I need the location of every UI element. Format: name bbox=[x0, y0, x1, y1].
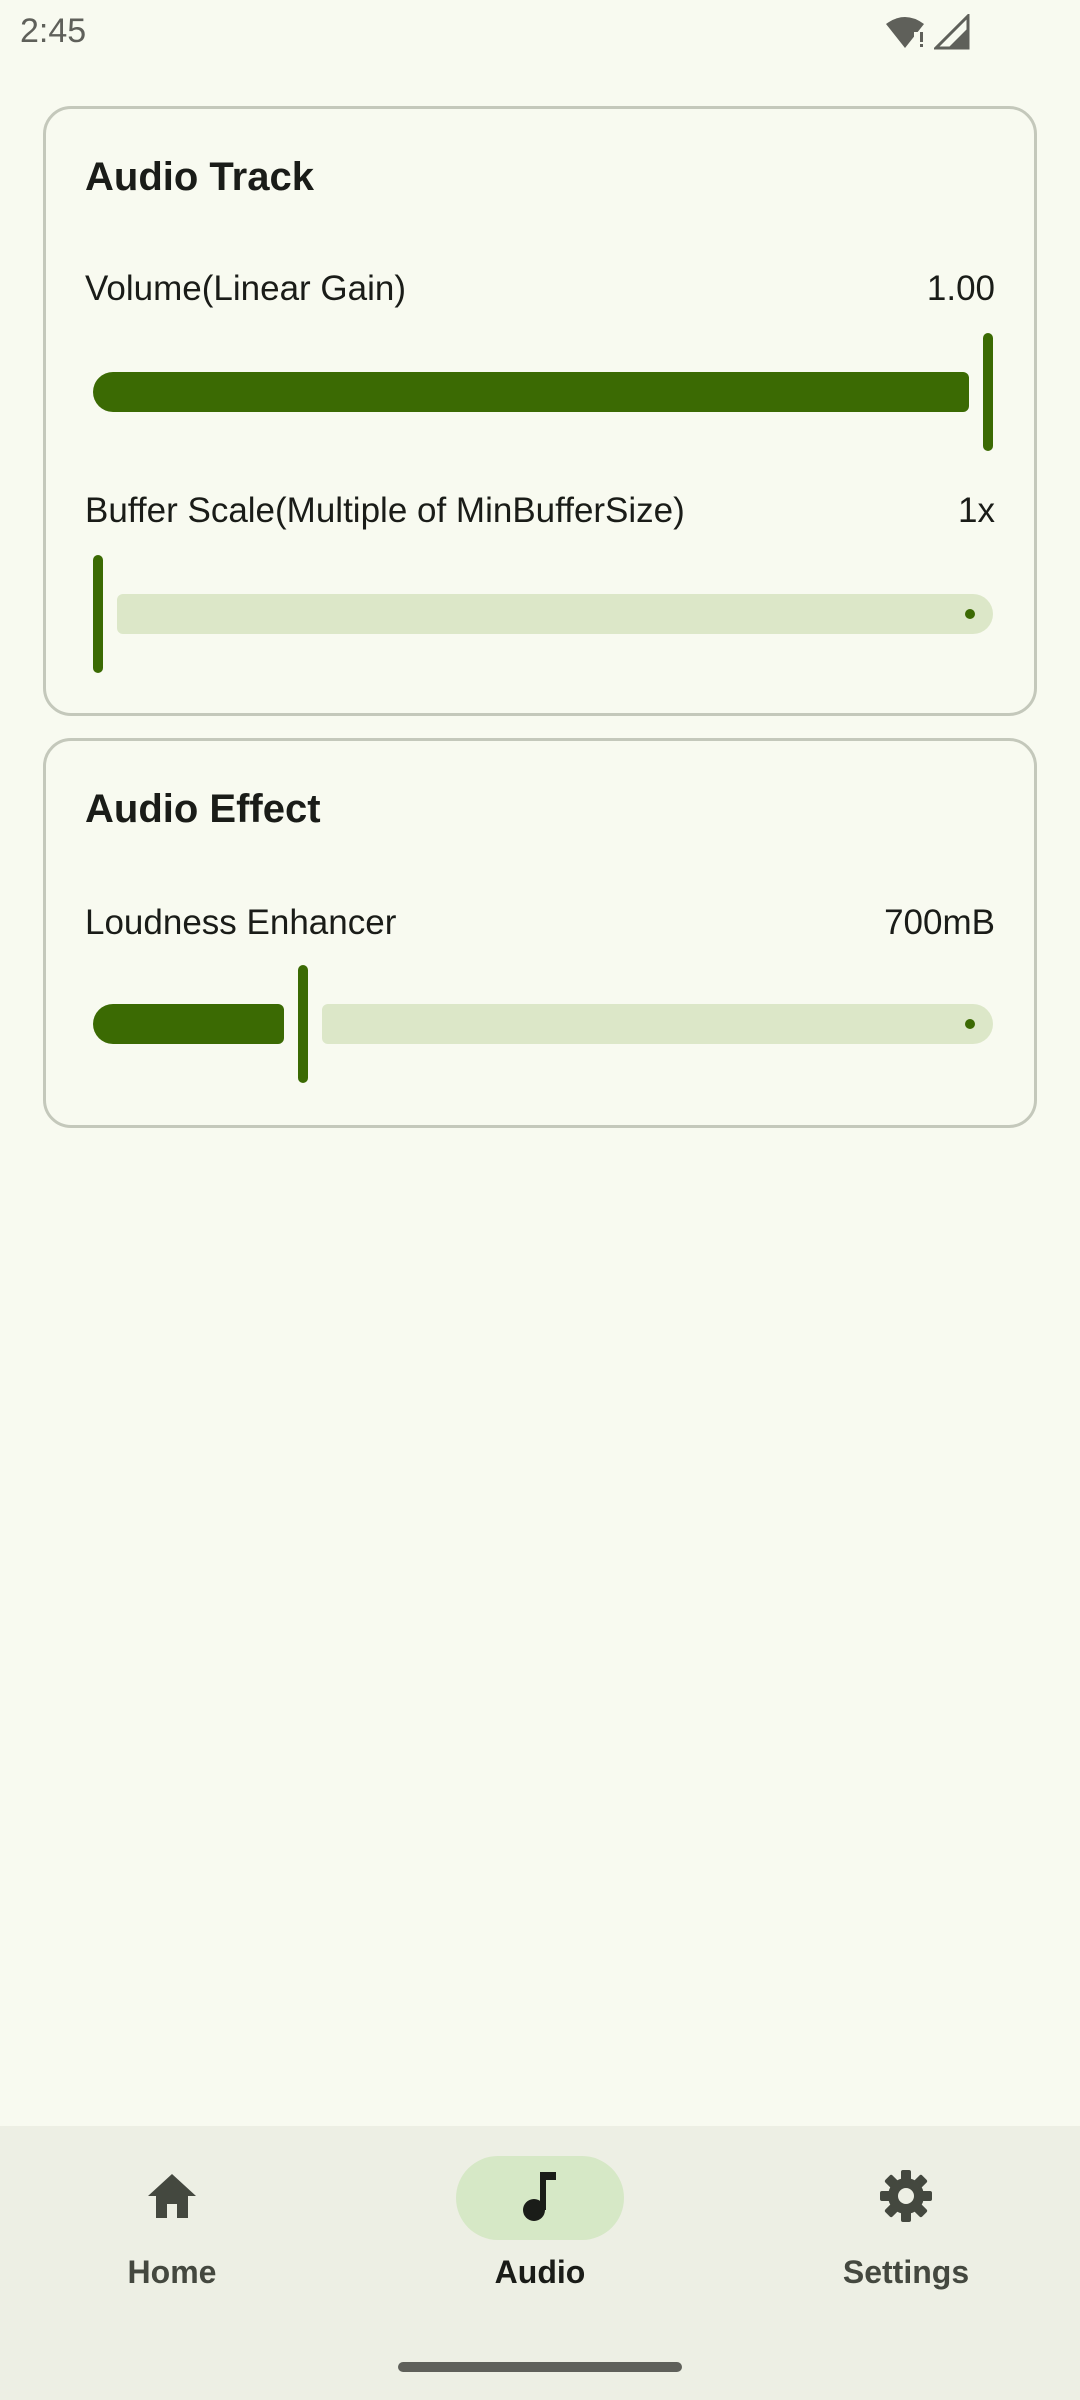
buffer-scale-slider-stop-dot bbox=[965, 609, 975, 619]
buffer-scale-label: Buffer Scale(Multiple of MinBufferSize) bbox=[85, 491, 685, 530]
status-icons bbox=[884, 12, 970, 55]
nav-label-home: Home bbox=[127, 2254, 217, 2290]
volume-slider-thumb[interactable] bbox=[983, 333, 993, 451]
status-time: 2:45 bbox=[20, 12, 87, 50]
volume-label: Volume(Linear Gain) bbox=[85, 269, 406, 308]
audio-track-card: Audio Track Volume(Linear Gain) 1.00 Buf… bbox=[43, 106, 1037, 716]
loudness-slider-thumb[interactable] bbox=[298, 965, 308, 1083]
volume-value: 1.00 bbox=[926, 269, 995, 308]
loudness-slider-stop-dot bbox=[965, 1019, 975, 1029]
nav-item-home[interactable]: Home bbox=[22, 2156, 322, 2316]
home-icon bbox=[144, 2170, 200, 2227]
volume-slider-active-track bbox=[93, 372, 969, 412]
buffer-scale-value: 1x bbox=[958, 491, 995, 530]
nav-pill-audio bbox=[456, 2156, 624, 2240]
screen: 2:45 Audio Track Volume(Linear Gain) 1.0… bbox=[0, 0, 1080, 2400]
audio-effect-card: Audio Effect Loudness Enhancer 700mB bbox=[43, 738, 1037, 1128]
nav-label-settings: Settings bbox=[842, 2254, 970, 2290]
audio-track-title: Audio Track bbox=[85, 155, 314, 199]
gear-icon bbox=[878, 2168, 934, 2229]
cell-signal-icon bbox=[932, 12, 970, 55]
bottom-navigation: Home Audio Settings bbox=[0, 2126, 1080, 2400]
buffer-scale-slider-thumb[interactable] bbox=[93, 555, 103, 673]
nav-label-audio: Audio bbox=[494, 2254, 586, 2290]
buffer-scale-slider-inactive-track bbox=[117, 594, 993, 634]
nav-pill-home bbox=[88, 2156, 256, 2240]
nav-pill-settings bbox=[822, 2156, 990, 2240]
audio-effect-title: Audio Effect bbox=[85, 787, 321, 831]
loudness-enhancer-slider[interactable] bbox=[93, 965, 993, 1083]
volume-slider[interactable] bbox=[93, 333, 993, 451]
buffer-scale-slider[interactable] bbox=[93, 555, 993, 673]
loudness-slider-active-track bbox=[93, 1004, 284, 1044]
gesture-handle[interactable] bbox=[398, 2362, 682, 2372]
loudness-enhancer-label: Loudness Enhancer bbox=[85, 903, 397, 942]
music-note-icon bbox=[518, 2168, 562, 2229]
loudness-slider-inactive-track bbox=[322, 1004, 993, 1044]
nav-item-audio[interactable]: Audio bbox=[390, 2156, 690, 2316]
wifi-alert-icon bbox=[884, 14, 926, 55]
status-bar: 2:45 bbox=[0, 0, 1080, 66]
loudness-enhancer-value: 700mB bbox=[884, 903, 995, 942]
nav-item-settings[interactable]: Settings bbox=[756, 2156, 1056, 2316]
